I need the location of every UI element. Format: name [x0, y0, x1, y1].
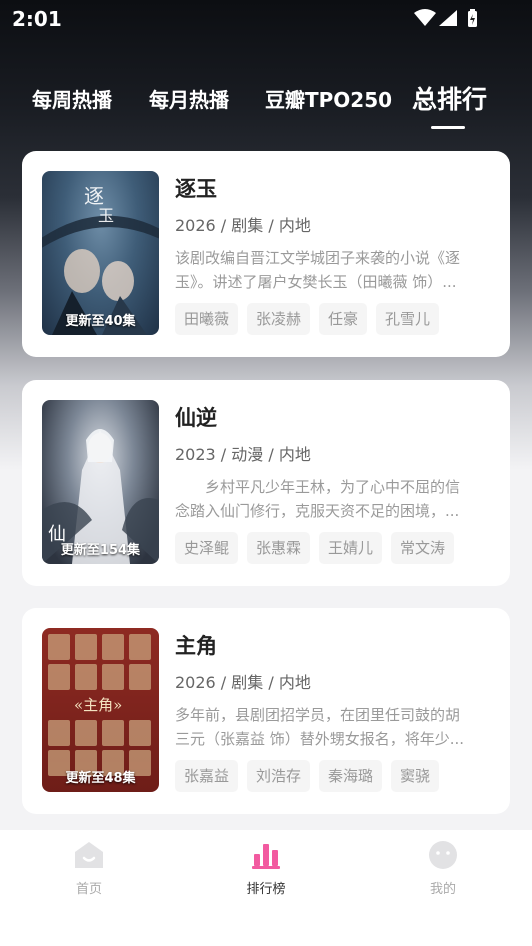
cast-chip[interactable]: 田曦薇 — [175, 303, 239, 335]
cast-list: 张嘉益 刘浩存 秦海璐 窦骁 — [175, 760, 448, 792]
show-description: 该剧改编自晋江文学城团子来袭的小说《逐 玉》。讲述了屠户女樊长玉（田曦薇 饰）.… — [175, 246, 489, 294]
ranking-icon — [252, 844, 280, 869]
status-time: 2:01 — [12, 7, 62, 31]
show-meta: 2026 / 剧集 / 内地 — [175, 216, 311, 235]
active-tab-indicator — [431, 126, 465, 129]
description-line: 多年前，县剧团招学员，在团里任司鼓的胡 — [175, 706, 461, 724]
nav-home[interactable]: 首页 — [39, 840, 139, 897]
cast-list: 史泽鲲 张惠霖 王婧儿 常文涛 — [175, 532, 463, 564]
poster-image: 仙 更新至154集 — [42, 400, 159, 564]
bottom-navigation: 首页 排行榜 我的 — [0, 830, 532, 946]
tab-douban-top250[interactable]: 豆瓣TPO250 — [265, 84, 392, 113]
cast-chip[interactable]: 史泽鲲 — [175, 532, 239, 564]
cast-chip[interactable]: 张嘉益 — [175, 760, 239, 792]
cast-chip[interactable]: 常文涛 — [391, 532, 455, 564]
status-icons — [414, 9, 477, 27]
status-bar: 2:01 — [0, 0, 532, 36]
cast-chip[interactable]: 刘浩存 — [247, 760, 311, 792]
profile-icon — [429, 841, 457, 869]
wifi-icon — [414, 9, 436, 26]
nav-label-ranking: 排行榜 — [246, 882, 286, 897]
nav-profile[interactable]: 我的 — [393, 840, 493, 897]
cast-chip[interactable]: 张惠霖 — [247, 532, 311, 564]
ranking-card[interactable]: 逐 玉 更新至40集 逐玉 2026 / 剧集 / 内地 该剧改编自晋江文学城团… — [22, 151, 510, 357]
nav-ranking[interactable]: 排行榜 — [216, 840, 316, 897]
cast-chip[interactable]: 秦海璐 — [319, 760, 383, 792]
cast-chip[interactable]: 王婧儿 — [319, 532, 383, 564]
poster-image: «主角» 更新至48集 — [42, 628, 159, 792]
show-title: 主角 — [175, 634, 217, 658]
description-line: 该剧改编自晋江文学城团子来袭的小说《逐 — [175, 249, 461, 267]
ranking-card[interactable]: «主角» 更新至48集 主角 2026 / 剧集 / 内地 多年前，县剧团招学员… — [22, 608, 510, 814]
poster-image: 逐 玉 更新至40集 — [42, 171, 159, 335]
cast-chip[interactable]: 张凌赫 — [247, 303, 311, 335]
nav-label-profile: 我的 — [429, 882, 456, 897]
show-description: 乡村平凡少年王林，为了心中不屈的信 念踏入仙门修行，克服天资不足的困境，... — [175, 475, 489, 523]
tab-overall[interactable]: 总排行 — [412, 80, 487, 116]
episode-badge: 更新至48集 — [65, 771, 136, 786]
signal-icon — [439, 10, 457, 26]
show-description: 多年前，县剧团招学员，在团里任司鼓的胡 三元（张嘉益 饰）替外甥女报名，将年少.… — [175, 703, 489, 751]
svg-text:玉: 玉 — [98, 206, 114, 225]
nav-label-home: 首页 — [75, 882, 102, 897]
cast-list: 田曦薇 张凌赫 任豪 孔雪儿 — [175, 303, 448, 335]
cast-chip[interactable]: 孔雪儿 — [376, 303, 440, 335]
description-line: 玉》。讲述了屠户女樊长玉（田曦薇 饰）... — [175, 273, 457, 291]
description-line: 念踏入仙门修行，克服天资不足的困境，... — [175, 502, 460, 520]
description-line: 乡村平凡少年王林，为了心中不屈的信 — [175, 478, 461, 496]
tab-monthly[interactable]: 每月热播 — [149, 84, 229, 113]
ranking-card[interactable]: 仙 更新至154集 仙逆 2023 / 动漫 / 内地 乡村平凡少年王林，为了心… — [22, 380, 510, 586]
category-tabs: 每周热播 每月热播 豆瓣TPO250 总排行 — [0, 78, 532, 128]
cast-chip[interactable]: 任豪 — [319, 303, 368, 335]
svg-text:«主角»: «主角» — [74, 696, 122, 714]
show-meta: 2023 / 动漫 / 内地 — [175, 445, 311, 464]
description-line: 三元（张嘉益 饰）替外甥女报名，将年少... — [175, 730, 465, 748]
show-title: 仙逆 — [175, 406, 217, 430]
home-icon — [75, 842, 103, 868]
episode-badge: 更新至154集 — [60, 543, 141, 558]
show-meta: 2026 / 剧集 / 内地 — [175, 673, 311, 692]
cast-chip[interactable]: 窦骁 — [391, 760, 440, 792]
show-title: 逐玉 — [175, 177, 217, 201]
tab-weekly[interactable]: 每周热播 — [32, 84, 112, 113]
episode-badge: 更新至40集 — [65, 314, 136, 329]
svg-text:逐: 逐 — [84, 184, 104, 208]
